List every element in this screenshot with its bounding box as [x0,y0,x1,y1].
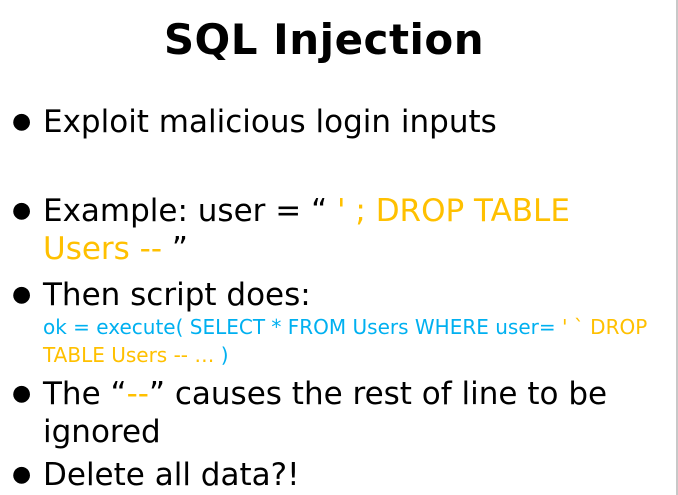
bullet-comment: ● The “--” causes the rest of line to be… [12,375,662,451]
bullet-dot-icon: ● [12,282,32,307]
bullet-dot-icon: ● [12,198,32,223]
comment-dashes: -- [126,376,149,412]
bullet-text: Then script does: [43,277,311,313]
bullet-example: ● Example: user = “ ' ; DROP TABLE Users… [12,192,662,268]
comment-prefix: The “ [43,376,127,412]
code-prefix: ok = execute( SELECT * FROM Users WHERE … [43,315,562,339]
example-suffix: ” [171,231,188,267]
bullet-text: Exploit malicious login inputs [43,104,497,140]
slide-title: SQL Injection [163,15,485,64]
bullet-script: ● Then script does: ok = execute( SELECT … [12,276,662,369]
example-prefix: Example: user = “ [43,193,338,229]
bullet-delete: ● Delete all data?! [12,456,662,494]
code-suffix: ) [214,343,229,367]
bullet-text: Delete all data?! [43,457,300,493]
bullet-dot-icon: ● [12,381,32,406]
bullet-dot-icon: ● [12,109,32,134]
code-snippet: ok = execute( SELECT * FROM Users WHERE … [43,313,662,369]
bullet-dot-icon: ● [12,462,32,487]
bullet-exploit: ● Exploit malicious login inputs [12,103,662,141]
